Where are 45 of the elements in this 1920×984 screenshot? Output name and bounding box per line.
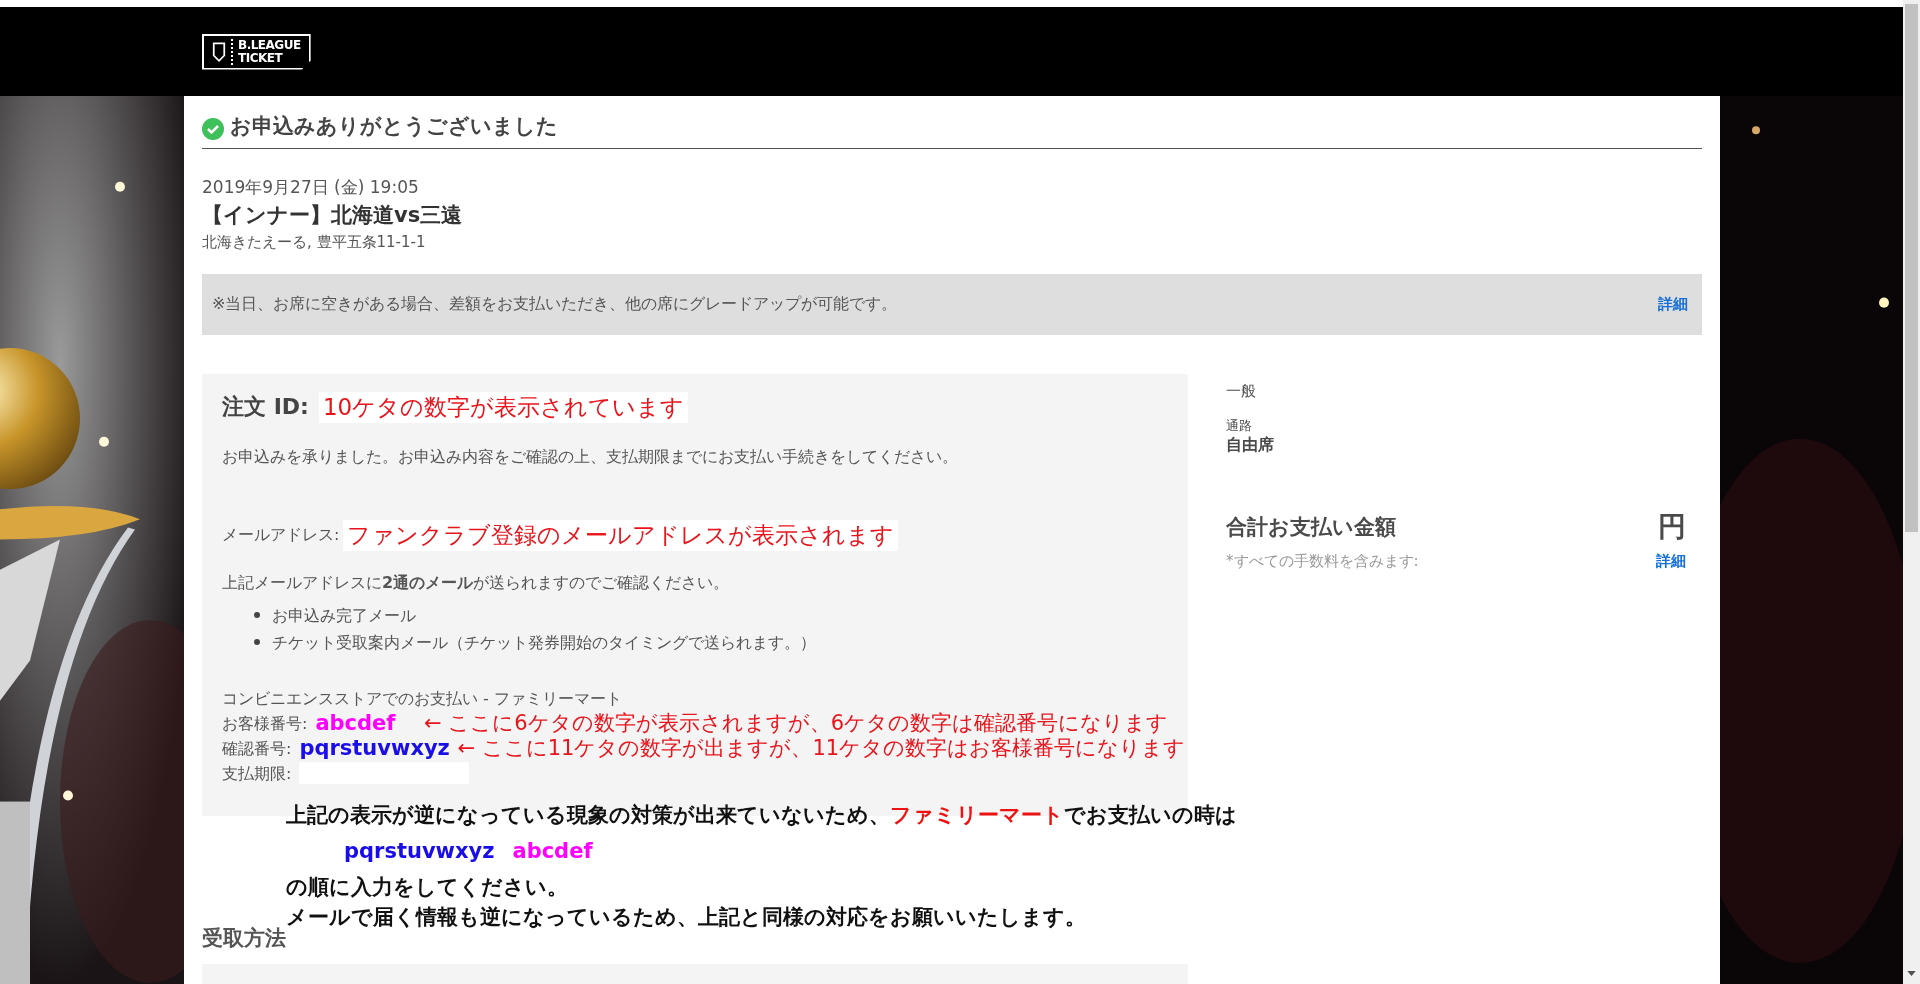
- page-heading: お申込みありがとうございました: [230, 113, 558, 140]
- field-label: 確認番号:: [222, 737, 292, 760]
- total-label: 合計お支払い金額: [1226, 513, 1396, 541]
- seat-value: 自由席: [1226, 434, 1275, 456]
- email-label: メールアドレス:: [222, 524, 340, 546]
- code-value: abcdef: [512, 838, 593, 865]
- details-link[interactable]: 詳細: [1658, 294, 1688, 314]
- payment-method: コンビニエンスストアでのお支払い - ファミリーマート: [222, 687, 623, 710]
- scroll-thumb[interactable]: [1905, 4, 1918, 532]
- mail-item: お申込み完了メール: [272, 604, 416, 627]
- annotation-text: メールで届く情報も逆になっているため、上記と同様の対応をお願いいたします。: [286, 904, 1086, 931]
- logo[interactable]: B.LEAGUE TICKET: [202, 33, 311, 70]
- annotation-note: 10ケタの数字が表示されています: [318, 391, 689, 423]
- field-value: pqrstuvwxyz: [299, 735, 450, 761]
- annotation-text: の順に入力をしてください。: [286, 874, 568, 901]
- section-heading: 受取方法: [202, 924, 286, 952]
- details-link[interactable]: 詳細: [1656, 551, 1686, 571]
- event-venue: 北海きたえーる, 豊平五条11-1-1: [202, 232, 427, 254]
- annotation-note: ← ここに6ケタの数字が表示されますが、6ケタの数字は確認番号になります: [424, 710, 1168, 736]
- annotation-note: ← ここに11ケタの数字が出ますが、11ケタの数字はお客様番号になります: [457, 735, 1186, 761]
- event-date: 2019年9月27日 (金) 19:05: [202, 176, 420, 199]
- order-message: お申込みを承りました。お申込み内容をご確認の上、支払期限までにお支払い手続きをしてください。: [222, 446, 959, 468]
- scrollbar[interactable]: [1903, 0, 1920, 984]
- total-amount: 円: [1658, 508, 1686, 545]
- code-value: pqrstuvwxyz: [344, 838, 495, 865]
- seat-label: 通路: [1226, 416, 1253, 435]
- annotation-note: ファンクラブ登録のメールアドレスが表示されます: [343, 519, 899, 551]
- field-value: abcdef: [315, 710, 397, 736]
- annotation-text: 上記の表示が逆になっている現象の対策が出来ていないため、ファミリーマート でお支払いの時は: [286, 802, 1237, 829]
- shield-icon: [212, 40, 226, 63]
- notice-text: ※当日、お席に空きがある場合、差額をお支払いただき、他の席にグレードアップが可能です。: [212, 293, 898, 315]
- event-title: 【インナー】北海道vs三遠: [202, 201, 464, 229]
- fee-note: *すべての手数料を含みます:: [1226, 551, 1419, 571]
- mail-item: チケット受取案内メール（チケット発券開始のタイミングで送られます。）: [272, 631, 816, 654]
- field-label: お客様番号:: [222, 712, 308, 735]
- order-id-label: 注文 ID:: [222, 393, 309, 422]
- field-label: 支払期限:: [222, 762, 292, 785]
- check-icon: [202, 118, 224, 140]
- ticket-type: 一般: [1226, 381, 1257, 401]
- bullet-icon: [254, 612, 260, 619]
- logo-text: TICKET: [238, 51, 284, 65]
- mail-info: 上記メールアドレスに2通のメールが送られますのでご確認ください。: [222, 572, 731, 594]
- logo-text: B.LEAGUE: [238, 38, 301, 52]
- scroll-down-icon[interactable]: [1907, 971, 1916, 976]
- bullet-icon: [254, 639, 260, 646]
